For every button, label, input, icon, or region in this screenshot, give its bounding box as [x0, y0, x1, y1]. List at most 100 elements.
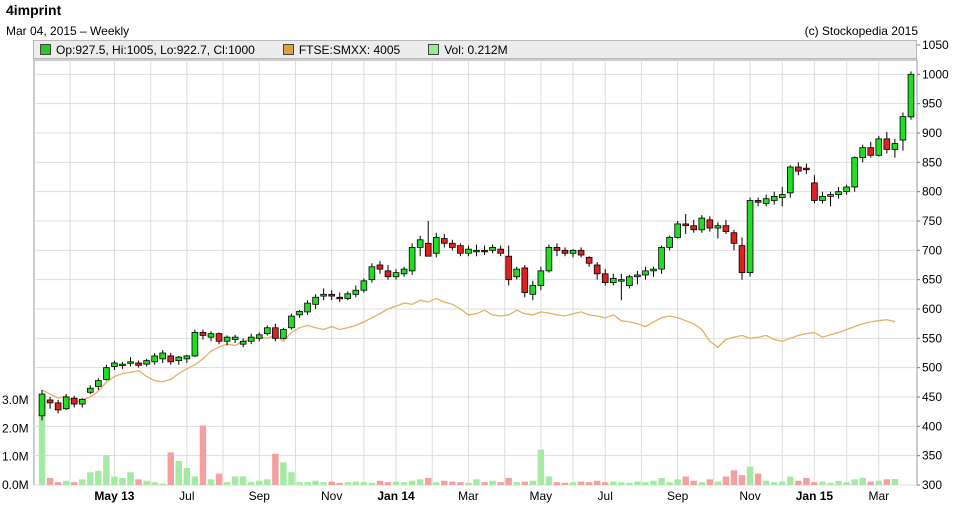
volume-bar: [706, 479, 714, 485]
candle-body: [70, 397, 78, 405]
volume-bar: [360, 482, 368, 485]
volume-bar: [54, 482, 62, 485]
candle-body: [545, 246, 553, 272]
volume-bar: [87, 472, 94, 485]
candle-body: [819, 195, 826, 201]
volume-bar: [103, 455, 110, 485]
volume-bar: [738, 475, 746, 485]
volume-bar: [618, 482, 625, 485]
price-tick-label: 1000: [922, 67, 949, 81]
volume-bar: [433, 482, 440, 485]
candle-body: [899, 116, 907, 141]
volume-bar: [626, 482, 633, 485]
volume-bar: [819, 481, 826, 485]
volume-bar: [151, 482, 158, 485]
price-tick-label: 550: [922, 331, 942, 345]
volume-bar: [79, 479, 86, 485]
candle-body: [690, 225, 698, 231]
x-tick-label: Jul: [598, 489, 613, 503]
volume-bar: [312, 480, 319, 485]
volume-bar: [191, 476, 199, 485]
volume-bar: [835, 480, 842, 485]
volume-bar: [62, 480, 70, 485]
volume-bar: [891, 478, 899, 485]
volume-bar: [497, 482, 504, 485]
candle-body: [352, 289, 360, 295]
price-tick-label: 750: [922, 214, 942, 228]
candle-body: [891, 143, 899, 150]
volume-bar: [167, 452, 174, 485]
volume-bar: [280, 462, 287, 485]
volume-bar: [199, 425, 207, 485]
volume-bar: [795, 480, 802, 485]
candle-body: [432, 237, 440, 254]
candle-body: [239, 340, 247, 345]
candle-body: [585, 256, 593, 264]
candle-body: [601, 273, 609, 283]
volume-bar: [770, 482, 778, 485]
candle-body: [803, 167, 810, 171]
candle-body: [473, 249, 480, 253]
volume-bar: [223, 482, 231, 485]
candle-body: [666, 237, 673, 248]
volume-bar: [803, 477, 810, 485]
candle-body: [191, 332, 199, 357]
volume-bar: [481, 482, 488, 485]
candle-body: [465, 248, 472, 254]
volume-bar: [867, 481, 874, 485]
candle-body: [618, 279, 625, 282]
volume-bar: [400, 482, 408, 485]
volume-bar: [304, 482, 311, 485]
candle-body: [521, 267, 529, 293]
candle-body: [255, 334, 263, 339]
x-tick-label: May 13: [94, 489, 134, 503]
candle-body: [151, 355, 158, 363]
volume-bar: [272, 453, 279, 485]
candle-body: [175, 356, 183, 362]
volume-bar: [811, 482, 818, 485]
volume-bar: [215, 473, 223, 485]
volume-bar: [143, 480, 150, 485]
volume-bar: [883, 479, 891, 485]
volume-bar: [690, 480, 697, 485]
candle-body: [119, 363, 126, 367]
candle-body: [304, 302, 311, 313]
volume-bar: [368, 482, 376, 485]
x-tick-label: Jan 15: [796, 489, 834, 503]
volume-bar: [642, 482, 649, 485]
price-chart: 300 350 400 450 500 550 600 650 700 750 800 850 900 9…: [2, 38, 949, 503]
volume-bar: [521, 481, 528, 485]
volume-bar: [247, 482, 255, 485]
volume-bar: [569, 482, 577, 485]
volume-bar: [408, 480, 416, 485]
candle-body: [907, 73, 915, 118]
volume-bar: [441, 480, 448, 485]
x-tick-label: Mar: [868, 489, 889, 503]
candle-body: [634, 274, 641, 278]
candle-body: [288, 315, 295, 329]
candle-body: [746, 200, 754, 274]
volume-bar: [577, 481, 585, 485]
candle-body: [770, 195, 778, 201]
candle-body: [384, 270, 392, 278]
volume-bar: [875, 480, 883, 485]
candle-body: [400, 268, 408, 275]
x-tick-label: May: [530, 489, 553, 503]
candle-body: [553, 246, 561, 251]
x-tick-label: Jul: [179, 489, 194, 503]
volume-bar: [650, 480, 657, 485]
candle-body: [135, 362, 142, 366]
volume-tick-label: 1.0M: [2, 450, 29, 464]
volume-bar: [746, 466, 754, 485]
candle-body: [883, 138, 891, 150]
volume-bar: [754, 473, 762, 485]
volume-bar: [762, 480, 770, 485]
candle-body: [95, 380, 102, 387]
candle-body: [626, 276, 633, 286]
volume-bar: [264, 479, 271, 485]
volume-bar: [46, 477, 54, 485]
volume-bar: [328, 481, 335, 485]
volume-bar: [473, 479, 480, 485]
volume-bar: [449, 481, 456, 485]
candle-body: [650, 268, 657, 272]
